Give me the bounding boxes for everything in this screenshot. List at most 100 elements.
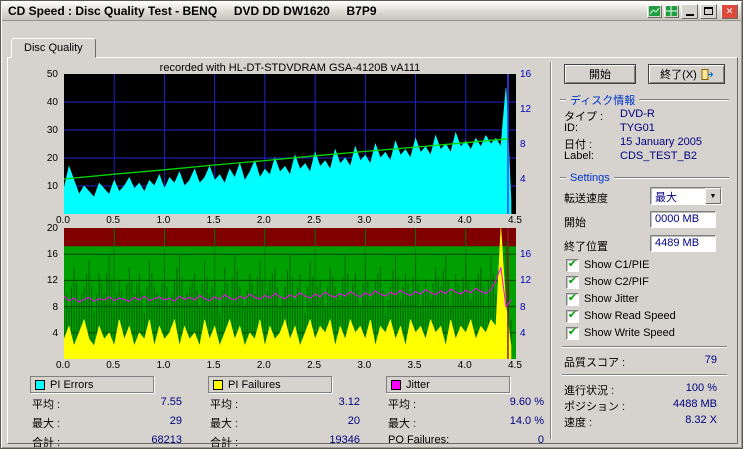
- checkbox-box: ✔: [566, 258, 579, 272]
- tick-label: 8: [52, 301, 58, 313]
- tick-label: 10: [46, 181, 58, 192]
- close-button[interactable]: ✕: [721, 3, 738, 19]
- checkbox-box: ✔: [566, 309, 579, 323]
- tick-label: 3.0: [357, 215, 372, 226]
- checkbox-label: Show C2/PIF: [584, 276, 649, 288]
- transfer-speed-value: 最大: [655, 192, 677, 204]
- tick-label: 0.5: [106, 360, 121, 371]
- disc-date-label: 日付 :: [564, 139, 593, 151]
- check-icon: ✔: [567, 292, 578, 304]
- tick-label: 50: [46, 69, 58, 80]
- checkbox-box: ✔: [566, 326, 579, 340]
- legend-title: Jitter: [406, 378, 430, 391]
- tab-page: recorded with HL-DT-STDVDRAM GSA-4120B v…: [7, 57, 738, 449]
- position-value: 4488 MB: [672, 398, 717, 410]
- minimize-button[interactable]: [681, 3, 698, 19]
- tick-label: 16: [520, 249, 532, 261]
- legend-title-box: PI Errors: [30, 376, 154, 393]
- close-icon: ✕: [725, 5, 734, 16]
- stat-label: 最大 :: [32, 418, 61, 430]
- disc-id-row: ID: TYG01: [564, 122, 725, 136]
- disc-label-value: CDS_TEST_B2: [620, 150, 698, 162]
- tick-label: 4.5: [508, 360, 522, 371]
- progress-value: 100 %: [685, 382, 717, 394]
- end-position-field[interactable]: 4489 MB: [650, 235, 716, 252]
- start-position-value: 0000 MB: [655, 213, 700, 225]
- tick-label: 8: [520, 301, 526, 313]
- tick-label: 4: [520, 327, 526, 339]
- legend-stat-row: 最大 : 20: [208, 415, 360, 431]
- checkbox-box: ✔: [566, 292, 579, 306]
- maximize-button[interactable]: [700, 3, 717, 19]
- titlebar: CD Speed : Disc Quality Test - BENQ DVD …: [2, 2, 741, 21]
- transfer-speed-select[interactable]: 最大 ▼: [650, 187, 722, 205]
- check-icon: ✔: [567, 309, 578, 321]
- checkbox-show-write-speed[interactable]: ✔ Show Write Speed: [566, 326, 675, 340]
- start-button-label: 開始: [589, 69, 611, 81]
- tick-label: 16: [520, 69, 532, 80]
- green-grid-icon: [666, 6, 677, 16]
- header-rule: [613, 177, 729, 179]
- legend-stat-row: 合計 : 68213: [30, 434, 182, 450]
- app-window: CD Speed : Disc Quality Test - BENQ DVD …: [0, 0, 743, 449]
- checkbox-show-c2-pif[interactable]: ✔ Show C2/PIF: [566, 275, 649, 289]
- speed-value: 8.32 X: [685, 414, 717, 426]
- tick-label: 2.5: [307, 215, 322, 226]
- progress-row: 進行状況 : 100 %: [564, 382, 717, 397]
- disc-info-header-label: ディスク情報: [570, 95, 636, 107]
- tick-label: 0.0: [56, 360, 70, 371]
- stat-label: 平均 :: [32, 399, 61, 411]
- disc-id-value: TYG01: [620, 122, 655, 134]
- stat-value: 29: [169, 415, 182, 427]
- bottom-chart: [64, 228, 516, 359]
- titlebar-controls: ✕: [647, 3, 738, 19]
- tick-label: 20: [46, 223, 58, 234]
- tick-label: 12: [46, 275, 58, 287]
- legend-swatch: [213, 379, 223, 390]
- disc-date-value: 15 January 2005: [620, 136, 702, 148]
- titlebar-green-icon-1[interactable]: [647, 4, 662, 18]
- legend-stat-row: PO Failures: 0: [386, 434, 544, 446]
- chevron-down-icon[interactable]: ▼: [705, 188, 721, 204]
- tick-label: 2.0: [256, 360, 271, 371]
- settings-header-label: Settings: [570, 172, 610, 184]
- checkbox-show-c1-pie[interactable]: ✔ Show C1/PIE: [566, 258, 649, 272]
- checkbox-label: Show Read Speed: [584, 310, 676, 322]
- checkbox-label: Show Jitter: [584, 293, 639, 305]
- start-button[interactable]: 開始: [564, 64, 636, 84]
- minimize-icon: [685, 13, 694, 16]
- stat-label: 最大 :: [210, 418, 239, 430]
- quality-score-value: 79: [704, 354, 717, 366]
- checkbox-show-read-speed[interactable]: ✔ Show Read Speed: [566, 309, 676, 323]
- top-chart: [64, 74, 516, 214]
- legend-title-box: Jitter: [386, 376, 510, 393]
- legend-stat-row: 合計 : 19346: [208, 434, 360, 450]
- bottom-chart-right-axis: 16 12 8 4: [518, 228, 544, 359]
- tick-label: 1.5: [206, 360, 221, 371]
- legend-title: PI Errors: [50, 378, 94, 391]
- green-chart-icon: [649, 6, 660, 16]
- exit-button-label: 終了(X): [660, 69, 697, 81]
- check-icon: ✔: [567, 326, 578, 338]
- stat-value: 20: [347, 415, 360, 427]
- position-row: ポジション : 4488 MB: [564, 398, 717, 413]
- bottom-chart-left-axis: 20 16 12 8 4: [34, 224, 62, 359]
- disc-type-row: タイプ : DVD-R: [564, 108, 725, 123]
- exit-button[interactable]: 終了(X): [648, 64, 725, 84]
- start-position-field[interactable]: 0000 MB: [650, 211, 716, 228]
- check-icon: ✔: [567, 275, 578, 287]
- tab-disc-quality[interactable]: Disc Quality: [11, 38, 96, 58]
- quality-score-label: 品質スコア :: [564, 357, 626, 369]
- maximize-icon: [704, 7, 713, 15]
- stat-value: 0: [537, 434, 544, 446]
- checkbox-label: Show C1/PIE: [584, 259, 650, 271]
- checkbox-show-jitter[interactable]: ✔ Show Jitter: [566, 292, 638, 306]
- titlebar-green-icon-2[interactable]: [664, 4, 679, 18]
- legend-stat-row: 平均 : 9.60 %: [386, 396, 544, 412]
- top-chart-right-axis: 16 12 8 4: [518, 70, 544, 214]
- exit-door-icon: [701, 68, 713, 80]
- position-label: ポジション :: [564, 401, 626, 413]
- tick-label: 30: [46, 125, 58, 136]
- legend-pi-errors: PI Errors 平均 : 7.55 最大 : 29 合計 : 68213: [30, 376, 182, 450]
- header-rule: [639, 99, 729, 101]
